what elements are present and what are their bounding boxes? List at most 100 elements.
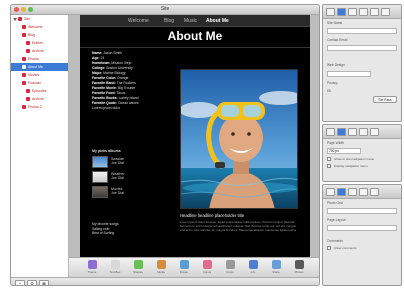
- text-tab-icon[interactable]: [359, 128, 368, 136]
- sidebar-item[interactable]: Archive: [11, 95, 68, 103]
- about-info[interactable]: Name: Jason Smith Age: 24 Hometown: Missio…: [92, 51, 174, 111]
- nav-music[interactable]: Music: [184, 18, 197, 24]
- sidebar-item-label: Photos: [28, 57, 39, 61]
- text-box-icon: [110, 260, 120, 269]
- dock-text-box-button[interactable]: Text Box: [106, 260, 124, 274]
- sidebar-item[interactable]: Entries: [11, 39, 68, 47]
- graphic-tab-icon[interactable]: [370, 128, 379, 136]
- sidebar-item[interactable]: Podcast: [11, 79, 68, 87]
- album-item[interactable]: Movies Joe Dial: [92, 186, 172, 200]
- page-tab-icon[interactable]: [337, 8, 346, 16]
- view-button[interactable]: ▦: [39, 280, 49, 285]
- nav-blog[interactable]: Blog: [164, 18, 174, 24]
- site-tab-icon[interactable]: [326, 128, 335, 136]
- metrics-tab-icon[interactable]: [381, 8, 390, 16]
- add-page-button[interactable]: +: [15, 280, 25, 285]
- comments-label: Comments: [327, 239, 343, 243]
- shapes-icon: [133, 260, 143, 269]
- colors-icon: [202, 260, 212, 269]
- fav-site-link[interactable]: My favorite songs: [92, 222, 119, 227]
- sidebar-item[interactable]: Episodes: [11, 87, 68, 95]
- page-layout-select[interactable]: [327, 225, 397, 231]
- album-item[interactable]: Weather Joe Dial: [92, 171, 172, 185]
- text-tab-icon[interactable]: [359, 188, 368, 196]
- info-value: Tacos: [116, 91, 126, 95]
- privacy-value: 85: [327, 89, 331, 93]
- album-sub: Joe Dial: [111, 161, 124, 165]
- sidebar-item-label: Photos 2: [28, 105, 42, 109]
- sidebar-item[interactable]: Photos: [11, 55, 68, 63]
- inspector-panel-site: Site Name Contact Email Web Design Priva…: [322, 4, 402, 122]
- actions-button[interactable]: ⚙: [27, 280, 37, 285]
- dock-label: Share: [272, 270, 280, 274]
- design-input[interactable]: [327, 71, 371, 77]
- page-tab-icon[interactable]: [337, 128, 346, 136]
- blog-tab-icon[interactable]: [348, 188, 357, 196]
- site-sidebar[interactable]: Site Welcome Blog Entries Archive Photos About…: [11, 15, 69, 277]
- albums-title: My picks albums: [92, 149, 121, 153]
- nav-menu-checkbox[interactable]: [327, 157, 331, 161]
- sidebar-item[interactable]: Site: [11, 15, 68, 23]
- snorkel-photo[interactable]: [180, 69, 298, 209]
- sidebar-item[interactable]: Archive: [11, 47, 68, 55]
- share-icon: [271, 260, 281, 269]
- dock-photos-button[interactable]: Photos: [290, 260, 308, 274]
- contact-email-input[interactable]: [327, 45, 397, 51]
- dock-theme-button[interactable]: Theme: [83, 260, 101, 274]
- dock-share-button[interactable]: Share: [267, 260, 285, 274]
- fonts-icon: [225, 260, 235, 269]
- inspector-tabs: [323, 185, 401, 199]
- photo-grid-input[interactable]: [327, 208, 397, 214]
- info-icon: [248, 260, 258, 269]
- disclosure-triangle-icon[interactable]: [13, 18, 17, 21]
- content-body[interactable]: Lorem ipsum dolor sit amet, ligula suspe…: [180, 220, 300, 232]
- favorite-sites[interactable]: My favorite songs Sailing club Best of S…: [92, 222, 119, 236]
- dock-colors-button[interactable]: Colors: [198, 260, 216, 274]
- dock-shapes-button[interactable]: Shapes: [129, 260, 147, 274]
- text-tab-icon[interactable]: [359, 8, 368, 16]
- page-icon: [22, 25, 26, 29]
- page-width-label: Page Width: [327, 141, 345, 145]
- dock-media-button[interactable]: Media: [152, 260, 170, 274]
- blog-tab-icon[interactable]: [348, 128, 357, 136]
- fav-site-link[interactable]: Best of Surfing: [92, 231, 119, 236]
- info-key: Hometown:: [92, 61, 111, 65]
- dock-fonts-button[interactable]: Fonts: [221, 260, 239, 274]
- info-value: Jason Smith: [103, 51, 122, 55]
- page-heading[interactable]: About Me: [80, 29, 310, 43]
- page-width-input[interactable]: 700 px: [327, 148, 361, 154]
- sidebar-item-label: Episodes: [32, 89, 47, 93]
- set-password-button[interactable]: Set Pass: [373, 96, 397, 103]
- info-value: 24: [100, 56, 105, 60]
- sidebar-item[interactable]: Photos 2: [11, 103, 68, 111]
- dock-label: Info: [250, 270, 256, 274]
- nav-about-me[interactable]: About Me: [206, 18, 229, 24]
- graphic-tab-icon[interactable]: [370, 8, 379, 16]
- title-bar[interactable]: Site: [11, 5, 319, 15]
- graphic-tab-icon[interactable]: [370, 188, 379, 196]
- sidebar-item[interactable]: Movies: [11, 71, 68, 79]
- site-tab-icon[interactable]: [326, 188, 335, 196]
- sidebar-item[interactable]: Blog: [11, 31, 68, 39]
- site-tab-icon[interactable]: [326, 8, 335, 16]
- site-name-input[interactable]: [327, 28, 397, 34]
- dock-info-button[interactable]: Info: [244, 260, 262, 274]
- page-icon: [22, 57, 26, 61]
- sidebar-item[interactable]: Welcome: [11, 23, 68, 31]
- sidebar-item[interactable]: About Me: [11, 63, 68, 71]
- sidebar-item-label: Entries: [32, 41, 43, 45]
- display-nav-label: Display navigation menu: [334, 164, 368, 168]
- info-key: Favorite Band:: [92, 81, 116, 85]
- display-nav-checkbox[interactable]: [327, 164, 331, 168]
- info-value: Marine Biology: [103, 71, 126, 75]
- nav-welcome[interactable]: Welcome: [128, 18, 149, 24]
- content-title[interactable]: Headline headline placeholder title: [180, 213, 244, 218]
- web-page[interactable]: Welcome Blog Music About Me About Me Nam…: [80, 15, 310, 267]
- blog-tab-icon[interactable]: [348, 8, 357, 16]
- page-tab-icon[interactable]: [337, 188, 346, 196]
- info-value: Mission Viejo: [111, 61, 132, 65]
- rotate-icon: [179, 260, 189, 269]
- dock-rotate-button[interactable]: Rotate: [175, 260, 193, 274]
- album-item[interactable]: Seaside Joe Dial: [92, 156, 172, 170]
- allow-comments-checkbox[interactable]: [327, 246, 331, 250]
